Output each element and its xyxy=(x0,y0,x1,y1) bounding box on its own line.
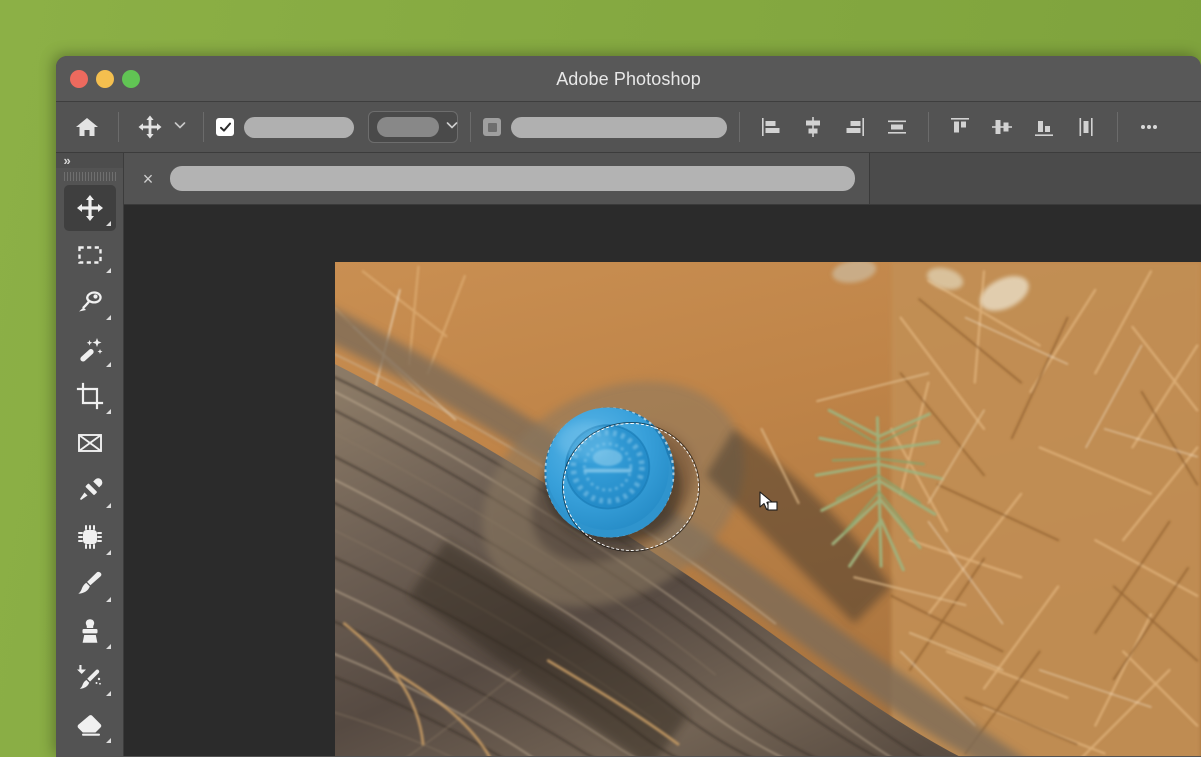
eraser-icon xyxy=(75,710,105,740)
tool-flyout-indicator xyxy=(105,691,111,696)
tool-spot-healing-brush[interactable] xyxy=(64,514,116,560)
rectangular-marquee-icon xyxy=(75,240,105,270)
home-button[interactable] xyxy=(68,108,106,146)
lasso-icon xyxy=(75,287,105,317)
crop-icon xyxy=(75,381,105,411)
align-horizontal-centers-icon xyxy=(801,115,825,139)
tool-crop[interactable] xyxy=(64,373,116,419)
align-buttons-group xyxy=(752,108,916,146)
divider xyxy=(739,112,740,142)
tool-preset-dropdown[interactable] xyxy=(169,108,191,146)
align-vertical-centers-icon xyxy=(990,115,1014,139)
more-options-button[interactable] xyxy=(1130,108,1168,146)
align-left-edges-button[interactable] xyxy=(752,108,790,146)
divider xyxy=(118,112,119,142)
home-icon xyxy=(74,114,100,140)
move-tool-icon xyxy=(75,193,105,223)
tool-gradient[interactable] xyxy=(64,749,116,756)
tools-panel-expand-button[interactable]: » xyxy=(56,153,123,168)
divider xyxy=(203,112,204,142)
layer-scope-value xyxy=(377,117,439,137)
title-bar: Adobe Photoshop xyxy=(56,56,1201,102)
align-top-edges-icon xyxy=(948,115,972,139)
align-right-edges-button[interactable] xyxy=(836,108,874,146)
tool-eraser[interactable] xyxy=(64,702,116,748)
tool-flyout-indicator xyxy=(105,362,111,367)
auto-select-label xyxy=(244,116,354,138)
tools-panel-grip[interactable] xyxy=(63,172,116,181)
distribute-vertically-icon xyxy=(1074,115,1098,139)
show-transform-controls-label xyxy=(511,116,727,138)
document-tab-bar: × xyxy=(124,153,1201,205)
options-bar xyxy=(56,102,1201,153)
tool-history-brush[interactable] xyxy=(64,655,116,701)
divider xyxy=(1117,112,1118,142)
tool-object-selection[interactable] xyxy=(64,326,116,372)
align-bottom-edges-icon xyxy=(1032,115,1056,139)
chevron-down-icon xyxy=(173,118,187,137)
tool-flyout-indicator xyxy=(105,409,111,414)
divider xyxy=(470,112,471,142)
move-tool-icon xyxy=(137,114,163,140)
window-body: » × xyxy=(56,153,1201,756)
workspace: × xyxy=(124,153,1201,756)
tool-flyout-indicator xyxy=(105,503,111,508)
distribute-horizontally-button[interactable] xyxy=(878,108,916,146)
more-options-icon xyxy=(1136,114,1162,140)
double-chevron-right-icon: » xyxy=(63,153,71,168)
clone-stamp-icon xyxy=(75,616,105,646)
eyedropper-icon xyxy=(75,475,105,505)
tool-lasso[interactable] xyxy=(64,279,116,325)
tool-rectangular-marquee[interactable] xyxy=(64,232,116,278)
close-icon[interactable]: × xyxy=(140,170,156,188)
chevron-down-icon xyxy=(445,118,459,137)
distribute-horizontally-icon xyxy=(885,115,909,139)
align-vertical-centers-button[interactable] xyxy=(983,108,1021,146)
brush-icon xyxy=(75,569,105,599)
current-tool-button[interactable] xyxy=(131,108,169,146)
align-right-edges-icon xyxy=(843,115,867,139)
tool-flyout-indicator xyxy=(105,597,111,602)
history-brush-icon xyxy=(75,663,105,693)
tools-panel: » xyxy=(56,153,124,756)
align-left-edges-icon xyxy=(759,115,783,139)
align-horizontal-centers-button[interactable] xyxy=(794,108,832,146)
tool-clone-stamp[interactable] xyxy=(64,608,116,654)
distribute-buttons-group xyxy=(941,108,1105,146)
tool-flyout-indicator xyxy=(105,550,111,555)
document-image[interactable] xyxy=(335,262,1201,756)
layer-scope-select[interactable] xyxy=(368,111,458,143)
tool-move[interactable] xyxy=(63,185,116,231)
frame-icon xyxy=(75,428,105,458)
align-top-edges-button[interactable] xyxy=(941,108,979,146)
tool-flyout-indicator xyxy=(105,315,111,320)
magic-wand-icon xyxy=(75,334,105,364)
photo-artwork xyxy=(335,262,1201,756)
spot-healing-brush-icon xyxy=(75,522,105,552)
document-tab-title xyxy=(170,166,855,191)
divider xyxy=(928,112,929,142)
tool-frame[interactable] xyxy=(64,420,116,466)
align-bottom-edges-button[interactable] xyxy=(1025,108,1063,146)
photoshop-window: Adobe Photoshop » × xyxy=(56,56,1201,757)
tool-flyout-indicator xyxy=(105,644,111,649)
auto-select-checkbox[interactable] xyxy=(216,118,234,136)
tool-flyout-indicator xyxy=(105,268,111,273)
document-tab[interactable]: × xyxy=(124,153,870,204)
tool-eyedropper[interactable] xyxy=(64,467,116,513)
show-transform-controls-checkbox[interactable] xyxy=(483,118,501,136)
tab-bar-empty-area xyxy=(870,153,1201,204)
tool-flyout-indicator xyxy=(105,738,111,743)
canvas-area[interactable] xyxy=(124,205,1201,756)
window-title: Adobe Photoshop xyxy=(556,68,701,89)
distribute-vertically-button[interactable] xyxy=(1067,108,1105,146)
tool-brush[interactable] xyxy=(64,561,116,607)
tool-flyout-indicator xyxy=(105,221,111,226)
